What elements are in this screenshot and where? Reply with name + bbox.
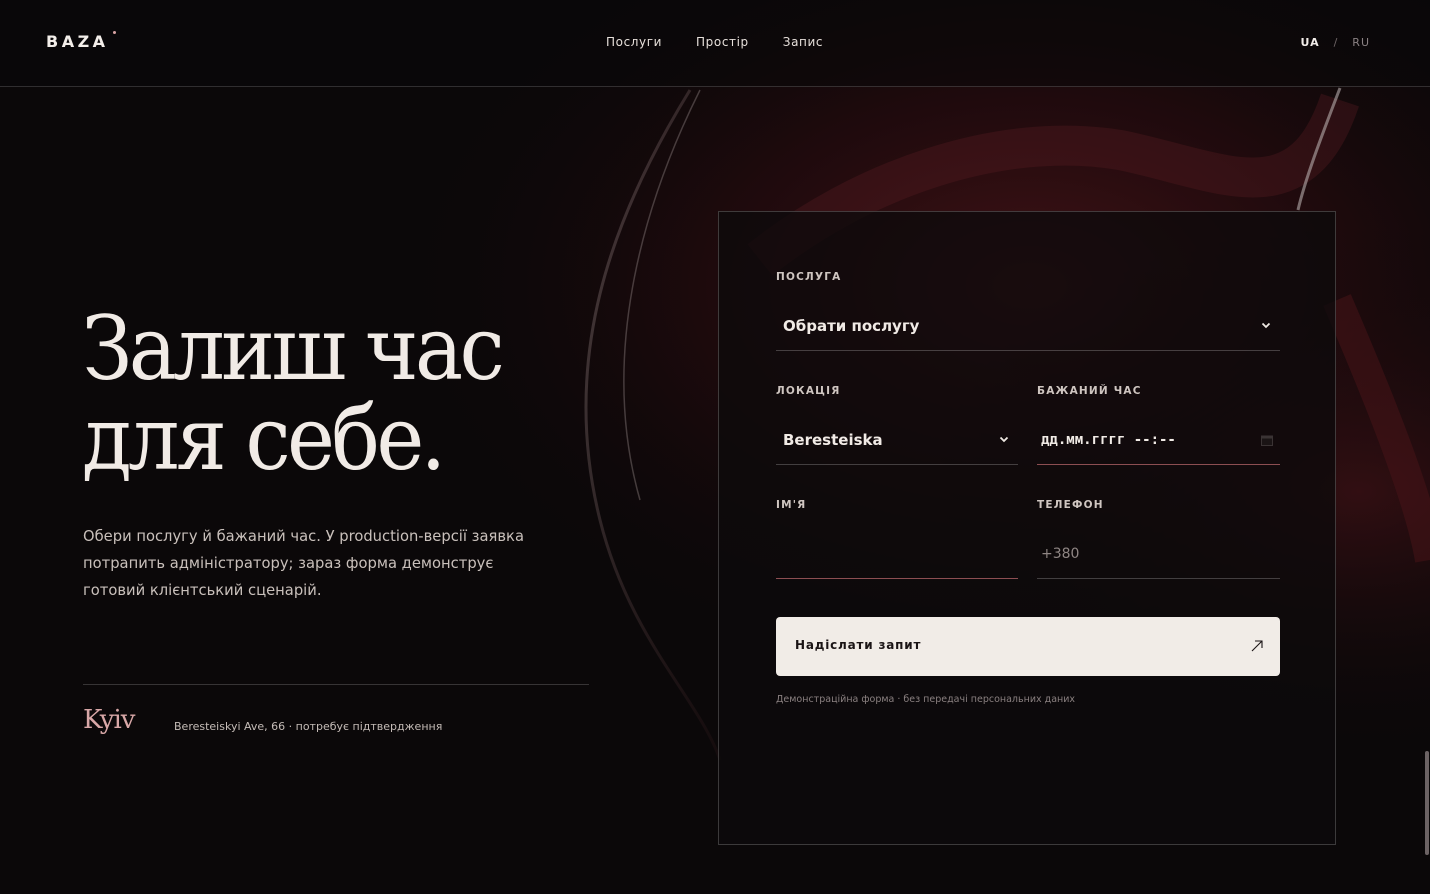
lang-ua[interactable]: UA [1300, 36, 1319, 49]
city-name: Kyiv [83, 705, 135, 735]
name-label: ІМ'Я [776, 499, 807, 511]
submit-button-label: Надіслати запит [795, 638, 922, 652]
lang-ru[interactable]: RU [1352, 36, 1370, 49]
service-select[interactable]: Обрати послугу [776, 305, 1280, 351]
hero-description: Обери послугу й бажаний час. У productio… [83, 527, 524, 599]
time-label: БАЖАНИЙ ЧАС [1037, 385, 1142, 397]
hero-divider [83, 684, 589, 685]
hero-title-line-2: для себе. [82, 387, 446, 490]
calendar-icon[interactable] [1261, 435, 1273, 446]
arrow-up-right-icon [1251, 640, 1263, 652]
phone-input[interactable]: +380 [1037, 533, 1280, 579]
lang-separator: / [1333, 36, 1339, 49]
scrollbar-thumb[interactable] [1425, 751, 1429, 855]
hero-title-line-1: Залиш час [82, 297, 505, 400]
datetime-input[interactable]: дд.мм.гггг --:-- [1037, 419, 1280, 465]
nav-item-services[interactable]: Послуги [606, 35, 662, 49]
datetime-input-value: дд.мм.гггг --:-- [1041, 432, 1176, 448]
chevron-down-icon [999, 436, 1009, 443]
service-label: ПОСЛУГА [776, 271, 842, 283]
form-disclaimer: Демонстраційна форма · без передачі перс… [776, 694, 1076, 705]
service-select-value: Обрати послугу [783, 317, 920, 335]
site-header: BAZA Послуги Простір Запис UA / RU [0, 0, 1430, 87]
brand-logo[interactable]: BAZA [46, 32, 109, 51]
name-input[interactable] [776, 533, 1018, 579]
chevron-down-icon [1261, 322, 1271, 329]
submit-button[interactable]: Надіслати запит [776, 617, 1280, 676]
nav-item-space[interactable]: Простір [696, 35, 749, 49]
nav-item-booking[interactable]: Запис [783, 35, 823, 49]
booking-form: ПОСЛУГА Обрати послугу ЛОКАЦІЯ Beresteis… [718, 211, 1336, 845]
location-select-value: Beresteiska [783, 431, 883, 449]
location-select[interactable]: Beresteiska [776, 419, 1018, 465]
phone-label: ТЕЛЕФОН [1037, 499, 1104, 511]
hero-title: Залиш час для себе. [82, 304, 560, 484]
logo-dot [113, 31, 116, 34]
main-nav: Послуги Простір Запис [606, 35, 823, 49]
location-label: ЛОКАЦІЯ [776, 385, 841, 397]
phone-placeholder: +380 [1041, 546, 1080, 562]
language-switcher: UA / RU [1300, 36, 1370, 49]
address-text: Beresteiskyi Ave, 66 · потребує підтверд… [174, 720, 443, 733]
